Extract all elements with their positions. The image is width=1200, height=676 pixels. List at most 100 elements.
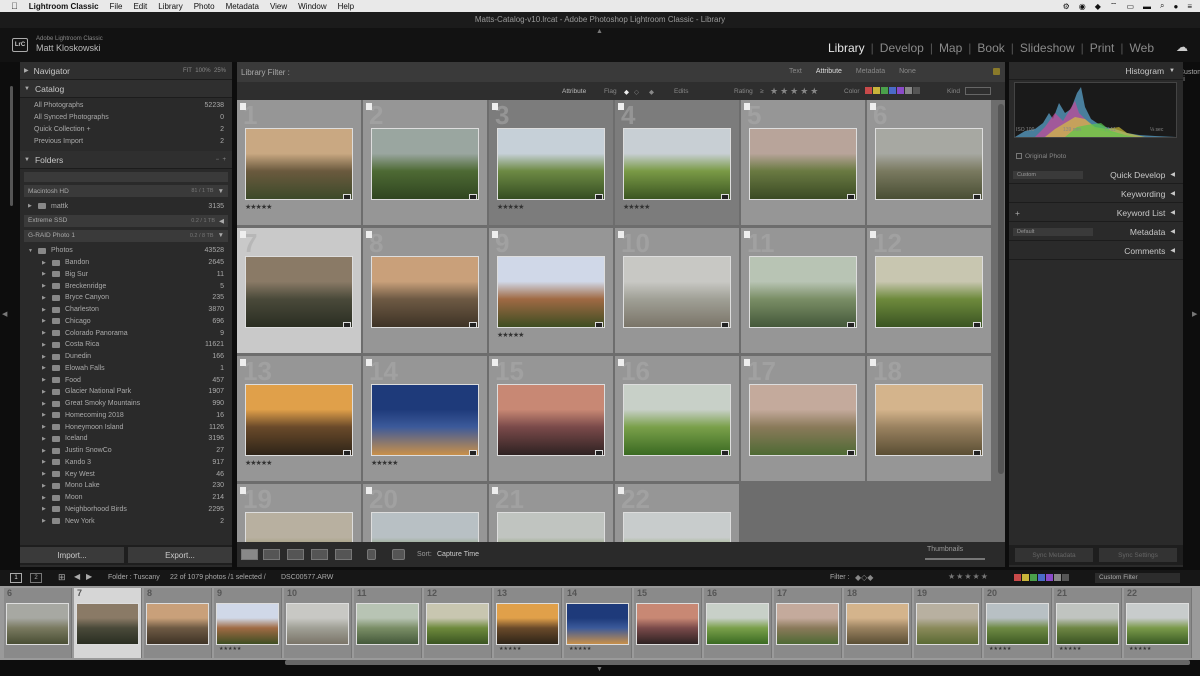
color-swatch[interactable]: [865, 87, 872, 94]
menu-app[interactable]: Lightroom Classic: [29, 2, 99, 11]
color-swatch[interactable]: [889, 87, 896, 94]
wifi-icon[interactable]: ⌔: [1110, 1, 1118, 11]
filter-tab-attribute[interactable]: Attribute: [816, 68, 842, 75]
gear-icon[interactable]: ⚙: [1063, 2, 1070, 11]
edit-badge-icon[interactable]: [721, 194, 729, 200]
filmstrip-thumbnail[interactable]: [286, 603, 349, 645]
catalog-item[interactable]: Quick Collection + 2: [20, 124, 232, 136]
filmstrip-source[interactable]: Folder : Tuscany: [108, 574, 160, 581]
sync-metadata-button[interactable]: Sync Metadata: [1015, 548, 1093, 562]
filmstrip-thumbnail[interactable]: [846, 603, 909, 645]
subfolder-row[interactable]: ▶ Mono Lake 230: [20, 480, 232, 492]
menu-library[interactable]: Library: [158, 2, 182, 11]
apple-icon[interactable]: : [11, 1, 18, 11]
filmstrip-thumbnail[interactable]: [426, 603, 489, 645]
edit-badge-icon[interactable]: [343, 322, 351, 328]
cell-flag-icon[interactable]: [492, 359, 498, 366]
menu-photo[interactable]: Photo: [194, 2, 215, 11]
grid-thumbnail[interactable]: [371, 128, 479, 200]
menu-view[interactable]: View: [270, 2, 287, 11]
subfolder-row[interactable]: ▶ Iceland 3196: [20, 433, 232, 445]
left-panel-scrollbar[interactable]: [10, 86, 13, 206]
sort-dropdown[interactable]: Capture Time: [437, 551, 479, 558]
grid-thumbnail[interactable]: [623, 256, 731, 328]
cell-flag-icon[interactable]: [618, 359, 624, 366]
filmstrip-cell[interactable]: 9 ★★★★★: [214, 588, 282, 658]
keywording-header[interactable]: Keywording ◀: [1009, 185, 1183, 203]
module-library[interactable]: Library: [822, 41, 871, 55]
filmstrip-cell[interactable]: 8: [144, 588, 212, 658]
color-swatch[interactable]: [1022, 574, 1029, 581]
cell-flag-icon[interactable]: [870, 359, 876, 366]
module-slideshow[interactable]: Slideshow: [1014, 41, 1081, 55]
subfolder-row[interactable]: ▶ Key West 46: [20, 468, 232, 480]
grid-thumbnail[interactable]: [371, 512, 479, 542]
grid-thumbnail[interactable]: [623, 512, 731, 542]
subfolder-row[interactable]: ▶ Big Sur 11: [20, 268, 232, 280]
cell-flag-icon[interactable]: [492, 231, 498, 238]
subfolder-row[interactable]: ▶ Charleston 3870: [20, 304, 232, 316]
filmstrip-thumbnail[interactable]: [916, 603, 979, 645]
grid-cell[interactable]: 7: [237, 228, 362, 354]
filmstrip-filename[interactable]: DSC00577.ARW: [281, 574, 333, 581]
filmstrip-thumbnail[interactable]: [356, 603, 419, 645]
cell-flag-icon[interactable]: [870, 103, 876, 110]
catalog-item[interactable]: All Synced Photographs 0: [20, 112, 232, 124]
color-label-swatches[interactable]: [865, 87, 920, 94]
grid-cell[interactable]: 18: [867, 356, 992, 482]
filmstrip-thumbnail[interactable]: [986, 603, 1049, 645]
filmstrip-thumbnail[interactable]: [76, 603, 139, 645]
menu-help[interactable]: Help: [338, 2, 354, 11]
filmstrip-thumbnail[interactable]: [706, 603, 769, 645]
filmstrip-cell[interactable]: 22 ★★★★★: [1124, 588, 1192, 658]
color-swatch[interactable]: [1054, 574, 1061, 581]
siri-icon[interactable]: ●: [1173, 2, 1178, 11]
filmstrip-thumbnail[interactable]: [1056, 603, 1119, 645]
filter-tab-metadata[interactable]: Metadata: [856, 68, 885, 75]
volume-g-raid[interactable]: G-RAID Photo 1 0.2 / 8 TB ▼: [24, 229, 228, 242]
people-view-icon[interactable]: [335, 549, 352, 560]
grid-small-icon[interactable]: ⊞: [58, 572, 66, 583]
battery-icon[interactable]: ▬: [1143, 2, 1151, 11]
subfolder-row[interactable]: ▶ Glacier National Park 1907: [20, 386, 232, 398]
subfolder-row[interactable]: ▶ Dunedin 166: [20, 351, 232, 363]
grid-thumbnail[interactable]: [371, 384, 479, 456]
compare-view-icon[interactable]: [287, 549, 304, 560]
subfolder-row[interactable]: ▶ Homecoming 2018 16: [20, 409, 232, 421]
subfolder-row[interactable]: ▶ Great Smoky Mountains 990: [20, 398, 232, 410]
subfolder-row[interactable]: ▶ Justin SnowCo 27: [20, 445, 232, 457]
edit-badge-icon[interactable]: [973, 194, 981, 200]
dropbox-icon[interactable]: ◆: [1095, 2, 1101, 11]
grid-thumbnail[interactable]: [497, 256, 605, 328]
grid-thumbnail[interactable]: [875, 256, 983, 328]
cell-flag-icon[interactable]: [744, 103, 750, 110]
cell-flag-icon[interactable]: [618, 231, 624, 238]
grid-cell[interactable]: 9 ★★★★★: [489, 228, 614, 354]
grid-cell[interactable]: 16: [615, 356, 740, 482]
filter-tab-none[interactable]: None: [899, 68, 916, 75]
grid-thumbnail[interactable]: [623, 384, 731, 456]
color-swatch[interactable]: [905, 87, 912, 94]
grid-thumbnail[interactable]: [245, 384, 353, 456]
grid-cell[interactable]: 1 ★★★★★: [237, 100, 362, 226]
lock-icon[interactable]: [993, 68, 1000, 75]
navigator-header[interactable]: ▶ Navigator FIT 100% 25%: [20, 62, 232, 80]
edit-badge-icon[interactable]: [595, 450, 603, 456]
export-button[interactable]: Export...: [128, 547, 232, 563]
cell-flag-icon[interactable]: [870, 231, 876, 238]
histogram-header[interactable]: Histogram ▼: [1009, 62, 1183, 80]
edit-badge-icon[interactable]: [973, 450, 981, 456]
cell-flag-icon[interactable]: [366, 359, 372, 366]
grid-thumbnail[interactable]: [245, 128, 353, 200]
grid-cell[interactable]: 6: [867, 100, 992, 226]
grid-thumbnail[interactable]: [875, 128, 983, 200]
catalog-item[interactable]: All Photographs 52238: [20, 100, 232, 112]
filmstrip-thumbnail[interactable]: [216, 603, 279, 645]
subfolder-row[interactable]: ▶ Elowah Falls 1: [20, 362, 232, 374]
add-keyword-icon[interactable]: +: [1015, 208, 1020, 218]
subfolder-row[interactable]: ▶ Colorado Panorama 9: [20, 327, 232, 339]
subfolder-row[interactable]: ▶ Chicago 696: [20, 315, 232, 327]
color-swatch[interactable]: [1062, 574, 1069, 581]
filmstrip-custom-filter-dropdown[interactable]: Custom Filter: [1095, 573, 1180, 583]
control-center-icon[interactable]: ≡: [1187, 2, 1192, 11]
